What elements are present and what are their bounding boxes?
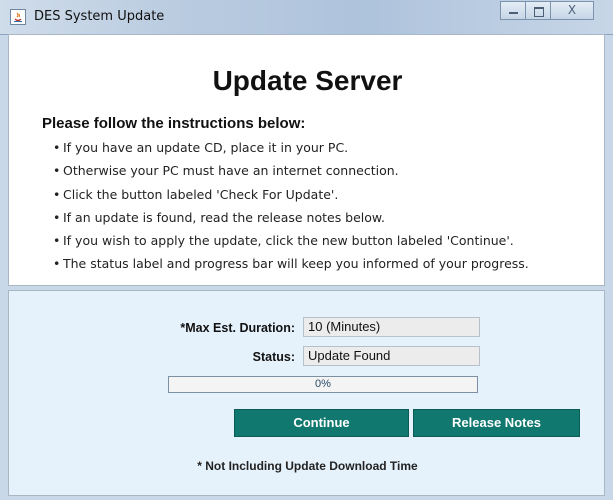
- instructions-panel: Update Server Please follow the instruct…: [8, 34, 605, 286]
- maximize-button[interactable]: [525, 1, 551, 20]
- java-app-icon: [10, 9, 26, 25]
- list-item: If an update is found, read the release …: [53, 209, 529, 232]
- page-title: Update Server: [212, 65, 403, 96]
- window-controls: X: [500, 1, 594, 21]
- list-item: Click the button labeled 'Check For Upda…: [53, 186, 529, 209]
- status-field: Update Found: [303, 346, 480, 366]
- progress-bar: 0%: [168, 376, 478, 393]
- instructions-title: Please follow the instructions below:: [42, 115, 306, 132]
- status-label: Status:: [252, 350, 295, 364]
- duration-label: *Max Est. Duration:: [180, 321, 295, 335]
- minimize-button[interactable]: [500, 1, 526, 20]
- list-item: Otherwise your PC must have an internet …: [53, 162, 529, 185]
- close-button[interactable]: X: [550, 1, 594, 20]
- window-title: DES System Update: [34, 9, 165, 24]
- update-status-panel: *Max Est. Duration: 10 (Minutes) Status:…: [8, 290, 605, 496]
- title-bar[interactable]: DES System Update X: [0, 0, 613, 35]
- close-icon: X: [567, 3, 577, 17]
- progress-text: 0%: [315, 378, 331, 390]
- update-window: DES System Update X Update Server Please…: [0, 0, 613, 500]
- continue-button[interactable]: Continue: [234, 409, 409, 437]
- duration-field: 10 (Minutes): [303, 317, 480, 337]
- release-notes-button[interactable]: Release Notes: [413, 409, 580, 437]
- list-item: If you have an update CD, place it in yo…: [53, 139, 529, 162]
- list-item: The status label and progress bar will k…: [53, 255, 529, 278]
- list-item: If you wish to apply the update, click t…: [53, 232, 529, 255]
- instructions-list: If you have an update CD, place it in yo…: [53, 139, 529, 279]
- footnote: * Not Including Update Download Time: [197, 459, 418, 473]
